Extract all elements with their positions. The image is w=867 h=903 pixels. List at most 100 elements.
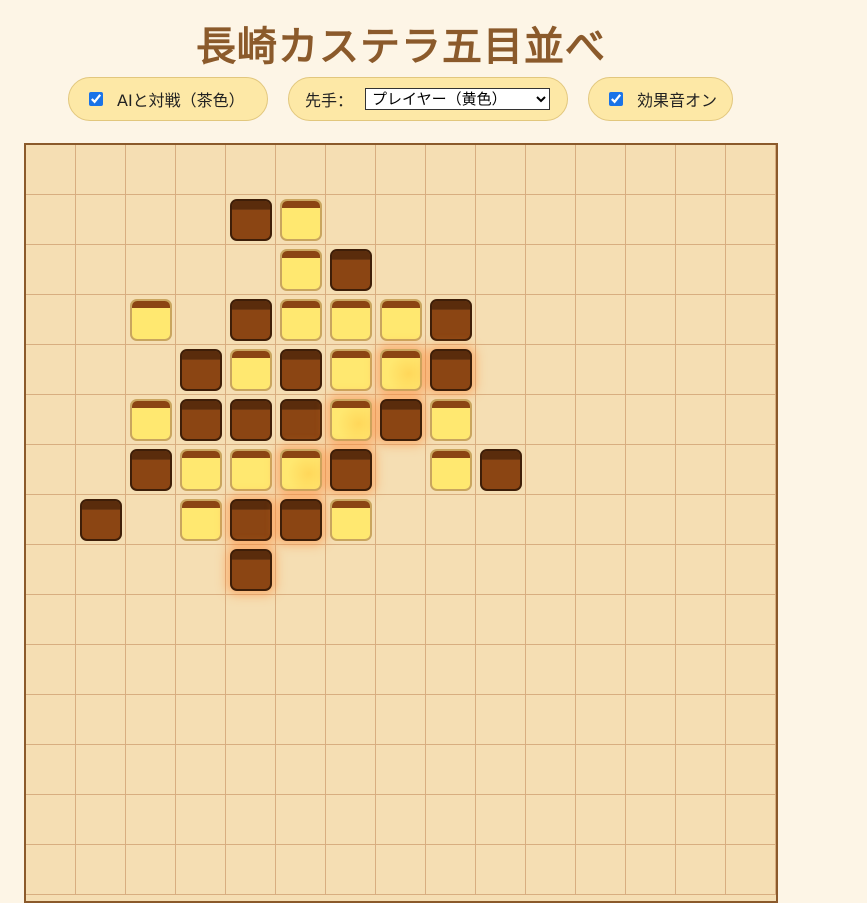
board-cell[interactable] (526, 445, 576, 495)
board-cell[interactable] (126, 495, 176, 545)
board-cell[interactable] (676, 445, 726, 495)
board-cell[interactable] (76, 545, 126, 595)
board-cell[interactable] (226, 595, 276, 645)
board-cell[interactable] (326, 595, 376, 645)
board-cell[interactable] (126, 145, 176, 195)
board-cell[interactable] (476, 695, 526, 745)
board-cell[interactable] (26, 695, 76, 745)
board-cell[interactable] (526, 495, 576, 545)
board-cell[interactable] (176, 645, 226, 695)
board-cell[interactable] (76, 695, 126, 745)
board-cell[interactable] (376, 645, 426, 695)
board-cell[interactable] (176, 545, 226, 595)
board-cell[interactable] (576, 795, 626, 845)
board-cell[interactable] (526, 195, 576, 245)
board-cell[interactable] (476, 745, 526, 795)
board-cell[interactable] (376, 545, 426, 595)
board-cell[interactable] (476, 195, 526, 245)
board-cell[interactable] (126, 695, 176, 745)
board-cell[interactable] (326, 145, 376, 195)
board-cell[interactable] (626, 695, 676, 745)
board-cell[interactable] (676, 245, 726, 295)
board-cell[interactable] (526, 245, 576, 295)
board-cell[interactable] (726, 495, 776, 545)
board-cell[interactable] (526, 745, 576, 795)
board-cell[interactable] (526, 295, 576, 345)
board-cell[interactable] (726, 245, 776, 295)
board-cell[interactable] (76, 295, 126, 345)
board-cell[interactable] (476, 395, 526, 445)
board-cell[interactable] (626, 245, 676, 295)
board-cell[interactable] (676, 495, 726, 545)
board-cell[interactable] (476, 345, 526, 395)
board-cell[interactable] (326, 695, 376, 745)
board-cell[interactable] (576, 245, 626, 295)
board-cell[interactable] (526, 395, 576, 445)
board-cell[interactable] (576, 645, 626, 695)
board-cell[interactable] (376, 145, 426, 195)
board-cell[interactable] (526, 595, 576, 645)
board-cell[interactable] (476, 795, 526, 845)
board-cell[interactable] (576, 145, 626, 195)
board-cell[interactable] (226, 695, 276, 745)
board-cell[interactable] (576, 445, 626, 495)
board-cell[interactable] (426, 595, 476, 645)
board-cell[interactable] (726, 745, 776, 795)
board-cell[interactable] (126, 595, 176, 645)
board-cell[interactable] (626, 295, 676, 345)
board-cell[interactable] (726, 645, 776, 695)
board-cell[interactable] (726, 145, 776, 195)
board-cell[interactable] (676, 745, 726, 795)
board-cell[interactable] (576, 495, 626, 545)
board-cell[interactable] (76, 645, 126, 695)
board-cell[interactable] (126, 745, 176, 795)
board-cell[interactable] (576, 295, 626, 345)
board-cell[interactable] (276, 695, 326, 745)
board-cell[interactable] (376, 495, 426, 545)
board-cell[interactable] (676, 595, 726, 645)
board-cell[interactable] (176, 195, 226, 245)
board-cell[interactable] (26, 195, 76, 245)
board-cell[interactable] (26, 645, 76, 695)
board-cell[interactable] (526, 795, 576, 845)
board-cell[interactable] (576, 595, 626, 645)
board-cell[interactable] (726, 445, 776, 495)
board-cell[interactable] (626, 195, 676, 245)
board-cell[interactable] (176, 295, 226, 345)
board-cell[interactable] (626, 545, 676, 595)
board-cell[interactable] (476, 645, 526, 695)
board-cell[interactable] (676, 145, 726, 195)
sound-checkbox[interactable] (609, 92, 623, 106)
board-cell[interactable] (676, 195, 726, 245)
board-cell[interactable] (176, 595, 226, 645)
board-cell[interactable] (26, 345, 76, 395)
board-cell[interactable] (726, 195, 776, 245)
board-cell[interactable] (476, 245, 526, 295)
board-cell[interactable] (126, 245, 176, 295)
first-player-select[interactable]: プレイヤー（黄色） (365, 88, 551, 110)
board-cell[interactable] (576, 695, 626, 745)
board-cell[interactable] (26, 295, 76, 345)
board-cell[interactable] (676, 695, 726, 745)
board-cell[interactable] (576, 195, 626, 245)
board-cell[interactable] (126, 645, 176, 695)
board-cell[interactable] (226, 795, 276, 845)
board-cell[interactable] (626, 145, 676, 195)
board-cell[interactable] (576, 395, 626, 445)
board-cell[interactable] (326, 195, 376, 245)
board-cell[interactable] (626, 645, 676, 695)
board-cell[interactable] (426, 195, 476, 245)
board-cell[interactable] (726, 595, 776, 645)
board-cell[interactable] (326, 795, 376, 845)
board-cell[interactable] (526, 545, 576, 595)
board-cell[interactable] (26, 545, 76, 595)
board-cell[interactable] (26, 395, 76, 445)
board-cell[interactable] (676, 545, 726, 595)
board-cell[interactable] (76, 245, 126, 295)
board-cell[interactable] (176, 795, 226, 845)
board-cell[interactable] (126, 195, 176, 245)
board-cell[interactable] (126, 795, 176, 845)
board-cell[interactable] (176, 745, 226, 795)
board-cell[interactable] (476, 595, 526, 645)
board-cell[interactable] (176, 695, 226, 745)
